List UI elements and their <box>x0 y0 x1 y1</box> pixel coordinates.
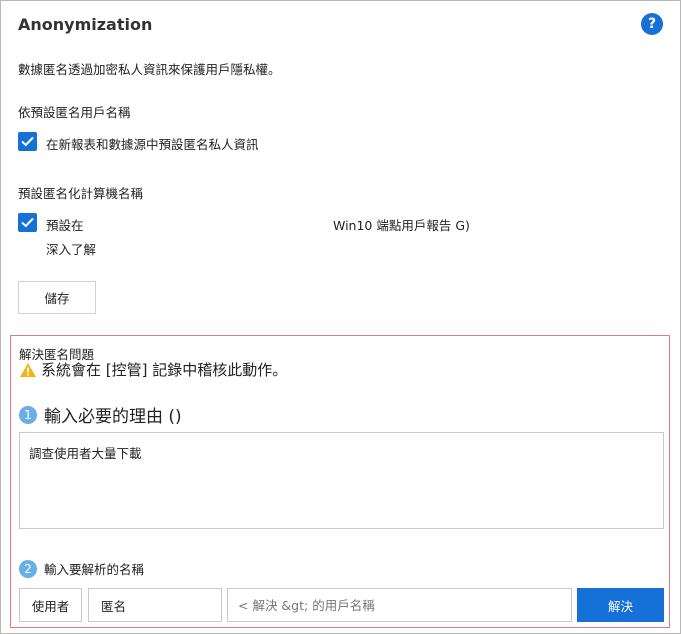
save-button[interactable]: 儲存 <box>18 281 96 314</box>
learn-more-link[interactable]: 深入了解 <box>46 239 96 258</box>
anonymize-username-checkbox[interactable] <box>18 132 37 151</box>
anonymize-device-checkbox[interactable] <box>18 213 37 232</box>
checkmark-icon <box>21 136 34 147</box>
device-report-text: Win10 端點用戶報告 G) <box>333 218 470 233</box>
user-type-button[interactable]: 使用者 <box>19 588 82 622</box>
checkmark-icon <box>21 217 34 228</box>
resolve-name-input[interactable] <box>227 588 572 622</box>
justification-input[interactable]: 調查使用者大量下載 <box>19 432 664 529</box>
audit-warning: 系統會在 [控管] 記錄中稽核此動作。 <box>19 359 287 380</box>
anonymize-device-label: 預設在 <box>46 218 84 233</box>
step-1-badge: 1 <box>19 405 37 424</box>
page-title: Anonymization <box>18 15 153 34</box>
anonymize-username-label: 在新報表和數據源中預設匿名私人資訊 <box>46 137 259 152</box>
description-text: 數據匿名透過加密私人資訊來保護用戶隱私權。 <box>18 62 281 77</box>
step-2-label: 輸入要解析的名稱 <box>44 562 145 577</box>
help-icon[interactable]: ? <box>641 13 663 35</box>
step-1: 1 輸入必要的理由 () <box>19 402 182 427</box>
step-2: 2 輸入要解析的名稱 <box>19 559 144 578</box>
step-2-badge: 2 <box>19 559 37 578</box>
step-1-label: 輸入必要的理由 () <box>44 407 182 427</box>
anonymized-name-input[interactable] <box>88 588 222 622</box>
anonymization-panel: Anonymization ? 數據匿名透過加密私人資訊來保護用戶隱私權。 依預… <box>0 0 681 634</box>
username-section-label: 依預設匿名用戶名稱 <box>18 105 131 120</box>
warning-icon <box>20 362 36 377</box>
device-section-label: 預設匿名化計算機名稱 <box>18 186 144 201</box>
audit-warning-text: 系統會在 [控管] 記錄中稽核此動作。 <box>41 361 288 379</box>
resolve-button[interactable]: 解決 <box>577 588 664 622</box>
